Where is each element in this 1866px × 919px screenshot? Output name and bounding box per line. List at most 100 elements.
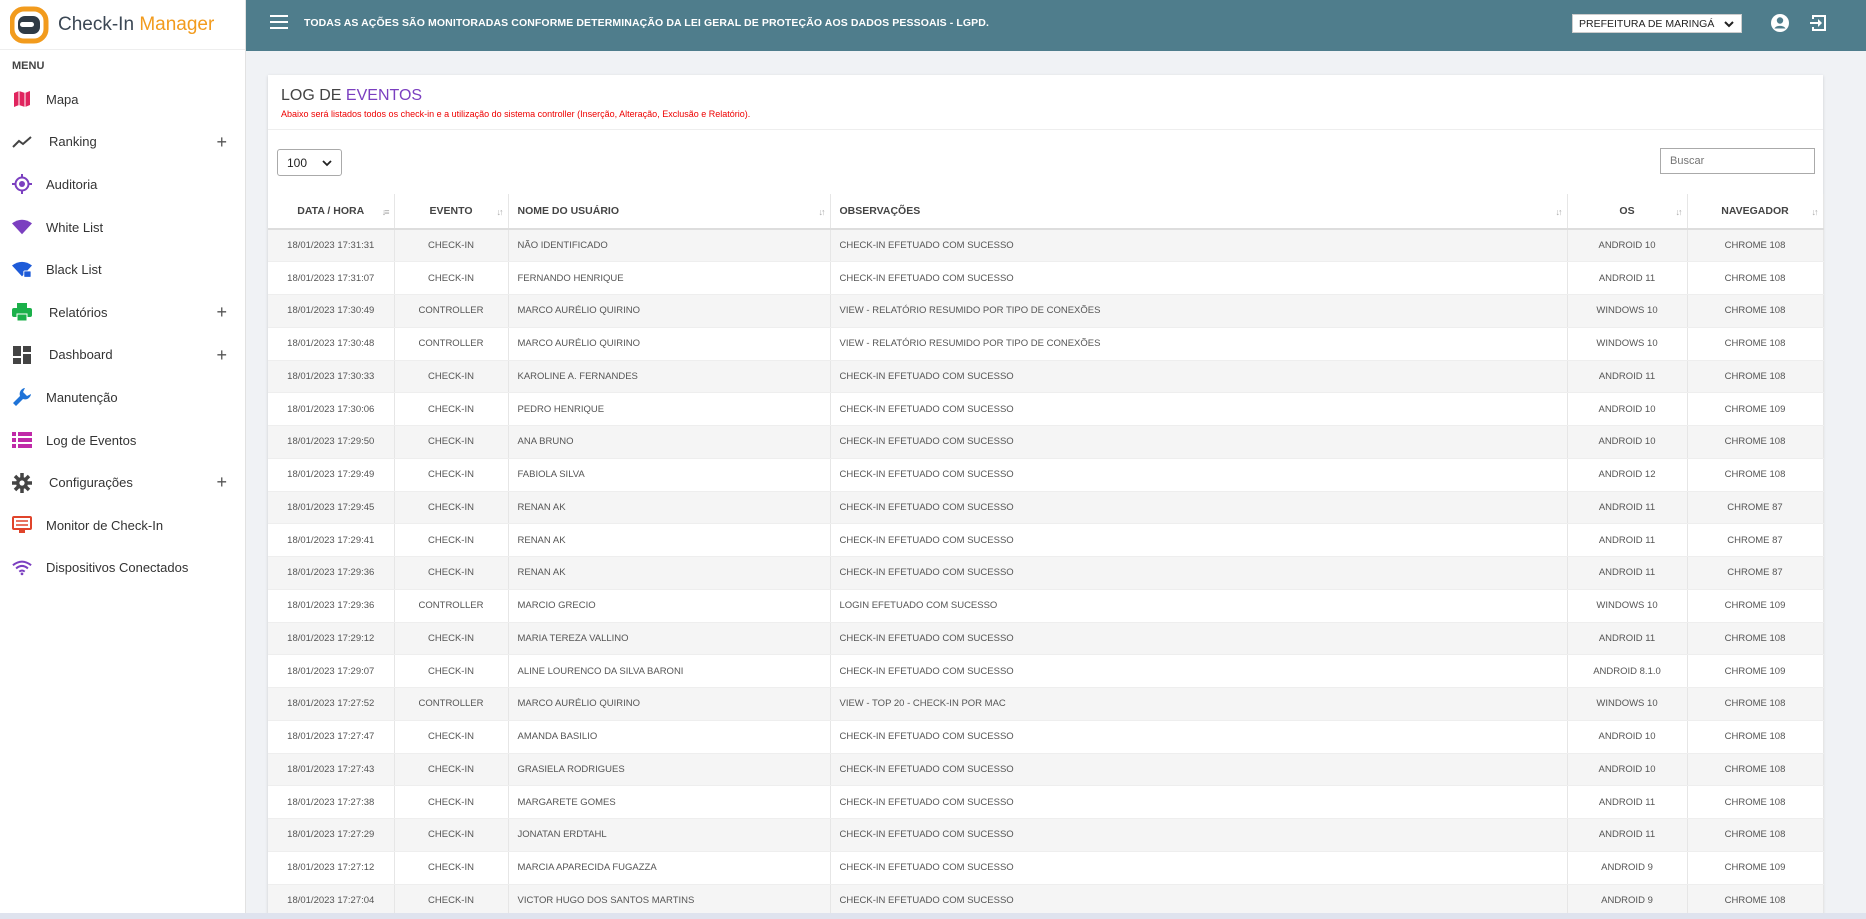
table-row[interactable]: 18/01/2023 17:27:04 CHECK-IN VICTOR HUGO D… xyxy=(268,884,1824,918)
table-row[interactable]: 18/01/2023 17:29:12 CHECK-IN MARIA TEREZA … xyxy=(268,622,1824,656)
sidebar-item-label: Black List xyxy=(46,262,102,278)
cell-datetime: 18/01/2023 17:31:31 xyxy=(268,229,395,263)
expand-plus-icon[interactable]: + xyxy=(216,303,227,321)
sidebar-item-mapa[interactable]: Mapa xyxy=(0,78,245,121)
sidebar-item-ranking[interactable]: Ranking + xyxy=(0,121,245,164)
page-title: LOG DE EVENTOS xyxy=(281,87,423,104)
cell-user: ALINE LOURENCO DA SILVA BARONI xyxy=(508,654,831,688)
hamburger-menu-icon[interactable] xyxy=(270,15,288,29)
sidebar-item-dashboard[interactable]: Dashboard + xyxy=(0,334,245,377)
sidebar-item-relatorios[interactable]: Relatórios + xyxy=(0,291,245,334)
cell-datetime: 18/01/2023 17:29:36 xyxy=(268,556,395,590)
cell-datetime: 18/01/2023 17:30:49 xyxy=(268,294,395,328)
table-row[interactable]: 18/01/2023 17:27:38 CHECK-IN MARGARETE GOM… xyxy=(268,785,1824,819)
cell-os: WINDOWS 10 xyxy=(1567,294,1688,328)
bottom-strip xyxy=(0,913,1866,919)
wifi-icon xyxy=(12,217,32,237)
cell-event: CHECK-IN xyxy=(394,884,509,918)
cell-user: GRASIELA RODRIGUES xyxy=(508,753,831,787)
table-row[interactable]: 18/01/2023 17:29:49 CHECK-IN FABIOLA SILVA… xyxy=(268,458,1824,492)
crosshair-icon xyxy=(12,174,32,195)
table-row[interactable]: 18/01/2023 17:29:50 CHECK-IN ANA BRUNO CHEC… xyxy=(268,425,1824,459)
sidebar-item-log-de-eventos[interactable]: Log de Eventos xyxy=(0,419,245,462)
table-row[interactable]: 18/01/2023 17:31:31 CHECK-IN NÃO IDENTIFIC… xyxy=(268,229,1824,263)
cell-user: MARCO AURÉLIO QUIRINO xyxy=(508,687,831,721)
cell-user: RENAN AK xyxy=(508,556,831,590)
cell-observations: VIEW - RELATÓRIO RESUMIDO POR TIPO DE CO… xyxy=(830,294,1568,328)
table-row[interactable]: 18/01/2023 17:30:06 CHECK-IN PEDRO HENRIQU… xyxy=(268,392,1824,426)
table-row[interactable]: 18/01/2023 17:30:33 CHECK-IN KAROLINE A. F… xyxy=(268,360,1824,394)
column-header-browser[interactable]: NAVEGADOR ↓↑ xyxy=(1687,194,1824,230)
cell-user: MARIA TEREZA VALLINO xyxy=(508,622,831,656)
card-header: LOG DE EVENTOS Abaixo será listados todo… xyxy=(268,75,1823,130)
expand-plus-icon[interactable]: + xyxy=(216,346,227,364)
sidebar-item-label: Mapa xyxy=(46,91,79,107)
logout-icon[interactable] xyxy=(1809,13,1829,33)
table-row[interactable]: 18/01/2023 17:27:52 CONTROLLER MARCO AURÉL… xyxy=(268,687,1824,721)
table-row[interactable]: 18/01/2023 17:27:12 CHECK-IN MARCIA APAREC… xyxy=(268,851,1824,885)
wifi-lock-icon xyxy=(12,260,32,280)
table-row[interactable]: 18/01/2023 17:27:47 CHECK-IN AMANDA BASILI… xyxy=(268,720,1824,754)
cell-browser: CHROME 108 xyxy=(1687,818,1824,852)
table-row[interactable]: 18/01/2023 17:27:43 CHECK-IN GRASIELA RODR… xyxy=(268,753,1824,787)
cell-os: ANDROID 10 xyxy=(1567,720,1688,754)
cell-event: CHECK-IN xyxy=(394,425,509,459)
cell-browser: CHROME 108 xyxy=(1687,622,1824,656)
sidebar-item-black-list[interactable]: Black List xyxy=(0,248,245,291)
cell-event: CONTROLLER xyxy=(394,589,509,623)
cell-datetime: 18/01/2023 17:30:48 xyxy=(268,327,395,361)
cell-datetime: 18/01/2023 17:27:43 xyxy=(268,753,395,787)
city-select-value: PREFEITURA DE MARINGÁ xyxy=(1579,17,1715,30)
sidebar-item-label: White List xyxy=(46,219,104,235)
wrench-icon xyxy=(12,387,32,407)
table-row[interactable]: 18/01/2023 17:29:36 CONTROLLER MARCIO GREC… xyxy=(268,589,1824,623)
table-row[interactable]: 18/01/2023 17:29:41 CHECK-IN RENAN AK CHECK… xyxy=(268,523,1824,557)
expand-plus-icon[interactable]: + xyxy=(216,133,227,151)
top-bar: TODAS AS AÇÕES SÃO MONITORADAS CONFORME … xyxy=(246,0,1866,51)
cell-event: CHECK-IN xyxy=(394,622,509,656)
sidebar-item-label: Configurações xyxy=(49,475,133,491)
cell-user: VICTOR HUGO DOS SANTOS MARTINS xyxy=(508,884,831,918)
column-header-user[interactable]: NOME DO USUÁRIO ↓↑ xyxy=(508,194,831,230)
sidebar-item-white-list[interactable]: White List xyxy=(0,206,245,249)
cell-os: ANDROID 11 xyxy=(1567,785,1688,819)
column-header-os[interactable]: OS ↓↑ xyxy=(1567,194,1688,230)
cell-observations: CHECK-IN EFETUADO COM SUCESSO xyxy=(830,523,1568,557)
user-account-icon[interactable] xyxy=(1770,13,1790,33)
dashboard-icon xyxy=(12,345,32,365)
sidebar-item-monitor-de-check-in[interactable]: Monitor de Check-In xyxy=(0,504,245,547)
column-header-event[interactable]: EVENTO ↓↑ xyxy=(394,194,509,230)
cell-observations: CHECK-IN EFETUADO COM SUCESSO xyxy=(830,818,1568,852)
table-row[interactable]: 18/01/2023 17:30:49 CONTROLLER MARCO AURÉL… xyxy=(268,294,1824,328)
page-length-select[interactable]: 100 xyxy=(277,149,342,176)
cell-event: CHECK-IN xyxy=(394,785,509,819)
column-header-datetime[interactable]: DATA / HORA ↓≡ xyxy=(268,194,395,230)
city-select[interactable]: PREFEITURA DE MARINGÁ xyxy=(1572,14,1742,33)
table-row[interactable]: 18/01/2023 17:31:07 CHECK-IN FERNANDO HENR… xyxy=(268,261,1824,295)
sidebar-item-auditoria[interactable]: Auditoria xyxy=(0,163,245,206)
table-row[interactable]: 18/01/2023 17:27:29 CHECK-IN JONATAN ERDTA… xyxy=(268,818,1824,852)
cell-event: CHECK-IN xyxy=(394,753,509,787)
cell-event: CHECK-IN xyxy=(394,360,509,394)
sidebar-item-manutencao[interactable]: Manutenção xyxy=(0,376,245,419)
monitor-list-icon xyxy=(12,515,32,535)
cell-datetime: 18/01/2023 17:27:12 xyxy=(268,851,395,885)
cell-os: ANDROID 11 xyxy=(1567,360,1688,394)
column-header-observations[interactable]: OBSERVAÇÕES ↓↑ xyxy=(830,194,1568,230)
cell-observations: CHECK-IN EFETUADO COM SUCESSO xyxy=(830,229,1568,263)
cell-datetime: 18/01/2023 17:31:07 xyxy=(268,261,395,295)
table-row[interactable]: 18/01/2023 17:30:48 CONTROLLER MARCO AURÉL… xyxy=(268,327,1824,361)
search-input[interactable] xyxy=(1660,148,1815,174)
sidebar-item-configuracoes[interactable]: Configurações + xyxy=(0,461,245,504)
cell-browser: CHROME 108 xyxy=(1687,884,1824,918)
cell-datetime: 18/01/2023 17:29:45 xyxy=(268,491,395,525)
trending-icon xyxy=(12,132,32,152)
table-row[interactable]: 18/01/2023 17:29:07 CHECK-IN ALINE LOURENC… xyxy=(268,654,1824,688)
cell-os: ANDROID 10 xyxy=(1567,753,1688,787)
expand-plus-icon[interactable]: + xyxy=(216,473,227,491)
brand[interactable]: Check-In Manager xyxy=(0,0,245,50)
sidebar-item-dispositivos-conectados[interactable]: Dispositivos Conectados xyxy=(0,547,245,590)
table-row[interactable]: 18/01/2023 17:29:36 CHECK-IN RENAN AK CHECK… xyxy=(268,556,1824,590)
table-row[interactable]: 18/01/2023 17:29:45 CHECK-IN RENAN AK CHECK… xyxy=(268,491,1824,525)
cell-browser: CHROME 108 xyxy=(1687,753,1824,787)
